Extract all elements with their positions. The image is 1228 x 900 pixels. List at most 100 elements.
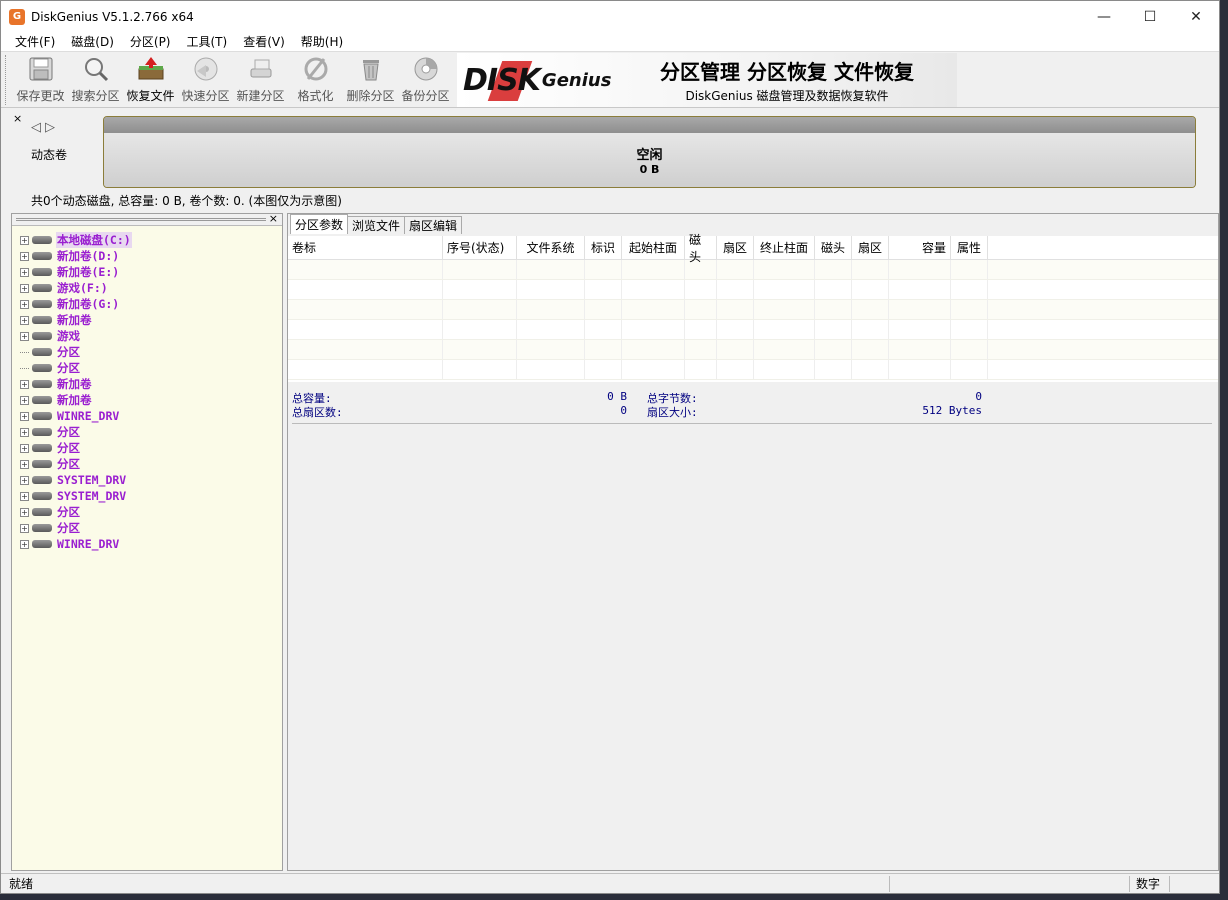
- expand-icon[interactable]: +: [20, 427, 29, 437]
- tree-item-label[interactable]: 分区: [56, 504, 81, 520]
- tree-item[interactable]: + 新加卷(G:): [12, 296, 282, 312]
- menu-partition[interactable]: 分区(P): [122, 33, 179, 50]
- menu-tools[interactable]: 工具(T): [179, 33, 236, 50]
- tree-item[interactable]: + 本地磁盘(C:): [12, 232, 282, 248]
- tree-item-label[interactable]: 新加卷: [56, 376, 93, 392]
- disk-map-close-icon[interactable]: ×: [13, 112, 22, 125]
- tree-item-label[interactable]: 新加卷(E:): [56, 264, 120, 280]
- expand-icon[interactable]: +: [20, 299, 29, 309]
- expand-icon[interactable]: +: [20, 395, 29, 405]
- tree-item-label[interactable]: WINRE_DRV: [56, 409, 120, 423]
- tree-item[interactable]: + WINRE_DRV: [12, 408, 282, 424]
- column-header[interactable]: 终止柱面: [754, 236, 815, 259]
- tree-item-label[interactable]: 新加卷: [56, 312, 93, 328]
- tree-item[interactable]: + 分区: [12, 424, 282, 440]
- tree-item-label[interactable]: 新加卷(D:): [56, 248, 120, 264]
- tab-browse-files[interactable]: 浏览文件: [347, 216, 406, 234]
- table-cell: [951, 340, 988, 359]
- toolbar-grip[interactable]: [5, 54, 13, 105]
- expand-icon[interactable]: +: [20, 475, 29, 485]
- tree-item[interactable]: + SYSTEM_DRV: [12, 488, 282, 504]
- tree-item-label[interactable]: 分区: [56, 520, 81, 536]
- tab-sector-editor[interactable]: 扇区编辑: [404, 216, 463, 234]
- expand-icon[interactable]: +: [20, 507, 29, 517]
- column-header[interactable]: 卷标: [288, 236, 443, 259]
- tree-item-label[interactable]: 本地磁盘(C:): [56, 232, 132, 248]
- menu-file[interactable]: 文件(F): [7, 33, 63, 50]
- tree-item-label[interactable]: WINRE_DRV: [56, 537, 120, 551]
- column-header[interactable]: 起始柱面: [622, 236, 685, 259]
- tab-partition-params[interactable]: 分区参数: [290, 214, 349, 234]
- tree-item[interactable]: + 游戏: [12, 328, 282, 344]
- minimize-button[interactable]: —: [1081, 1, 1127, 32]
- tree-item-label[interactable]: 分区: [56, 344, 81, 360]
- expand-icon[interactable]: +: [20, 267, 29, 277]
- tree-item-label[interactable]: 分区: [56, 456, 81, 472]
- tree-item-label[interactable]: 分区: [56, 360, 81, 376]
- tree-item-label[interactable]: 游戏(F:): [56, 280, 109, 296]
- expand-icon[interactable]: +: [20, 235, 29, 245]
- new-partition-button[interactable]: 新建分区: [233, 53, 288, 107]
- menu-view[interactable]: 查看(V): [235, 33, 293, 50]
- tree-item-label[interactable]: 新加卷: [56, 392, 93, 408]
- tree-item[interactable]: 分区: [12, 360, 282, 376]
- expand-icon[interactable]: +: [20, 411, 29, 421]
- tree-item-label[interactable]: SYSTEM_DRV: [56, 489, 127, 503]
- tree-item[interactable]: + 分区: [12, 520, 282, 536]
- tree-item[interactable]: + WINRE_DRV: [12, 536, 282, 552]
- tree-item[interactable]: + 分区: [12, 440, 282, 456]
- tree-item-label[interactable]: 分区: [56, 440, 81, 456]
- column-header[interactable]: 属性: [951, 236, 988, 259]
- tree-panel-close-icon[interactable]: ×: [269, 212, 278, 225]
- expand-icon[interactable]: +: [20, 331, 29, 341]
- tree-item[interactable]: + 新加卷: [12, 312, 282, 328]
- tree-item[interactable]: + 新加卷(D:): [12, 248, 282, 264]
- tree-item[interactable]: + 分区: [12, 504, 282, 520]
- expand-icon[interactable]: +: [20, 251, 29, 261]
- menu-disk[interactable]: 磁盘(D): [63, 33, 122, 50]
- menu-help[interactable]: 帮助(H): [293, 33, 351, 50]
- column-header[interactable]: 文件系统: [517, 236, 585, 259]
- recover-files-button[interactable]: 恢复文件: [123, 53, 178, 107]
- quick-partition-button[interactable]: 快速分区: [178, 53, 233, 107]
- close-button[interactable]: ✕: [1173, 1, 1219, 32]
- tree-item[interactable]: + 分区: [12, 456, 282, 472]
- backup-partition-button[interactable]: 备份分区: [398, 53, 453, 107]
- expand-icon[interactable]: +: [20, 523, 29, 533]
- tree-item-label[interactable]: 游戏: [56, 328, 81, 344]
- tree-item[interactable]: + 游戏(F:): [12, 280, 282, 296]
- expand-icon[interactable]: +: [20, 379, 29, 389]
- tree-item[interactable]: 分区: [12, 344, 282, 360]
- search-partition-button[interactable]: 搜索分区: [68, 53, 123, 107]
- delete-partition-button[interactable]: 删除分区: [343, 53, 398, 107]
- expand-icon[interactable]: +: [20, 315, 29, 325]
- tree-item[interactable]: + SYSTEM_DRV: [12, 472, 282, 488]
- disk-map-bar[interactable]: 空闲 0 B: [103, 116, 1196, 188]
- column-header[interactable]: 容量: [889, 236, 951, 259]
- expand-icon[interactable]: +: [20, 443, 29, 453]
- next-disk-icon[interactable]: ▷: [45, 120, 55, 135]
- tree-item[interactable]: + 新加卷: [12, 392, 282, 408]
- free-space-block[interactable]: 空闲 0 B: [104, 133, 1195, 187]
- tree-item[interactable]: + 新加卷(E:): [12, 264, 282, 280]
- tree-item-label[interactable]: SYSTEM_DRV: [56, 473, 127, 487]
- column-header[interactable]: 序号(状态): [443, 236, 517, 259]
- format-button[interactable]: 格式化: [288, 53, 343, 107]
- column-header[interactable]: 标识: [585, 236, 622, 259]
- column-header[interactable]: 扇区: [852, 236, 889, 259]
- maximize-button[interactable]: ☐: [1127, 1, 1173, 32]
- tree-item-label[interactable]: 分区: [56, 424, 81, 440]
- table-cell: [754, 280, 815, 299]
- tree-item-label[interactable]: 新加卷(G:): [56, 296, 120, 312]
- expand-icon[interactable]: +: [20, 283, 29, 293]
- column-header[interactable]: 磁头: [685, 233, 717, 264]
- tree-item[interactable]: + 新加卷: [12, 376, 282, 392]
- save-changes-button[interactable]: 保存更改: [13, 53, 68, 107]
- column-header[interactable]: 扇区: [717, 236, 754, 259]
- prev-disk-icon[interactable]: ◁: [31, 120, 41, 135]
- expand-icon[interactable]: +: [20, 459, 29, 469]
- column-header[interactable]: 磁头: [815, 236, 852, 259]
- expand-icon[interactable]: +: [20, 539, 29, 549]
- expand-icon[interactable]: +: [20, 491, 29, 501]
- tree-panel-grip[interactable]: [16, 218, 266, 221]
